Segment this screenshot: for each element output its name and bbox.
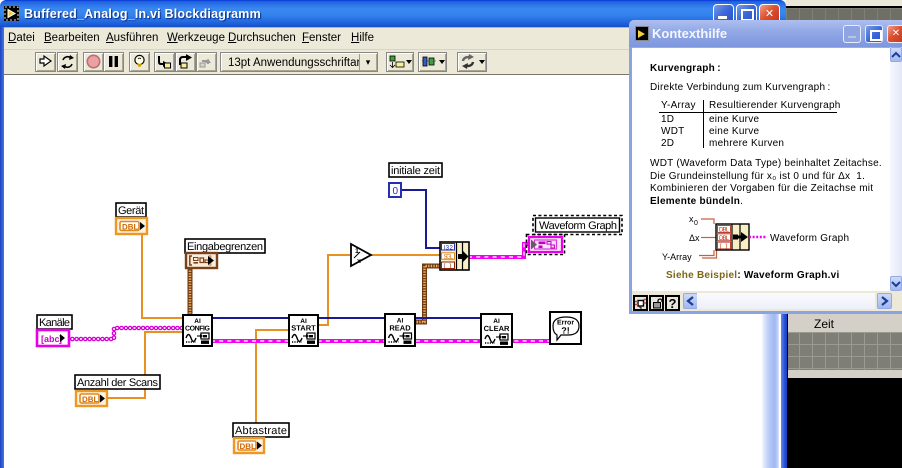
svg-text:?!: ?! — [561, 326, 570, 336]
svg-text:Anzahl der Scans: Anzahl der Scans — [77, 377, 159, 389]
svg-text:Y-Array: Y-Array — [662, 252, 692, 262]
svg-text:initiale zeit: initiale zeit — [391, 165, 440, 177]
svg-text:I32: I32 — [444, 244, 454, 251]
svg-text:DBL: DBL — [719, 236, 730, 242]
svg-text:CONFIG: CONFIG — [185, 326, 211, 333]
svg-text:DBL: DBL — [122, 223, 139, 232]
svg-text:[abc: [abc — [41, 334, 60, 344]
svg-text:Δx: Δx — [689, 233, 700, 243]
svg-text:[ ]: [ ] — [720, 244, 727, 250]
svg-text:CLEAR: CLEAR — [484, 324, 510, 333]
svg-text:Waveform Graph: Waveform Graph — [539, 220, 617, 232]
svg-text:[ ]: [ ] — [444, 263, 452, 270]
svg-text:Abtastrate: Abtastrate — [235, 425, 287, 437]
svg-text:READ: READ — [389, 324, 411, 333]
svg-text:Waveform Graph: Waveform Graph — [770, 233, 849, 244]
svg-text:Gerät: Gerät — [118, 205, 144, 217]
svg-text:AI: AI — [194, 318, 201, 325]
svg-text:START: START — [291, 324, 316, 333]
svg-text:0: 0 — [694, 220, 698, 227]
svg-text:DBL: DBL — [82, 395, 99, 404]
svg-text:DBL: DBL — [719, 228, 730, 234]
svg-text:SGL: SGL — [444, 254, 454, 261]
svg-text:0: 0 — [393, 186, 399, 197]
svg-text:Kanäle: Kanäle — [39, 317, 70, 329]
svg-text:Eingabegrenzen: Eingabegrenzen — [187, 241, 263, 253]
svg-text:x: x — [357, 258, 361, 265]
svg-text:DBL: DBL — [240, 442, 257, 451]
